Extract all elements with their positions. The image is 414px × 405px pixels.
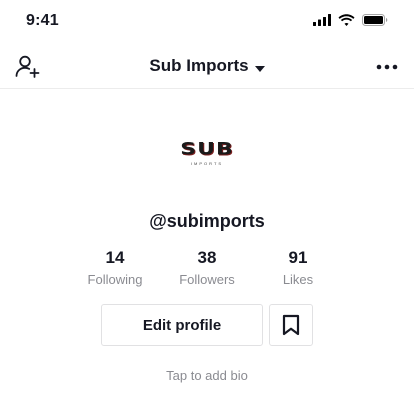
more-horizontal-icon: [376, 64, 398, 70]
stat-followers[interactable]: 38 Followers: [162, 248, 252, 287]
profile-stats: 14 Following 38 Followers 91 Likes: [0, 248, 414, 292]
wifi-icon: [338, 14, 355, 26]
stat-likes[interactable]: 91 Likes: [253, 248, 343, 287]
stat-following[interactable]: 14 Following: [70, 248, 160, 287]
stat-label: Following: [87, 272, 143, 287]
page-title: Sub Imports: [149, 56, 249, 75]
stat-value: 91: [288, 248, 308, 267]
caret-down-icon: [254, 57, 265, 77]
account-switcher[interactable]: Sub Imports: [0, 56, 414, 77]
status-bar: 9:41: [0, 0, 414, 44]
stat-label: Likes: [282, 272, 314, 287]
edit-profile-button[interactable]: Edit profile: [101, 304, 263, 346]
stat-value: 14: [105, 248, 125, 267]
bookmark-icon: [282, 314, 300, 336]
status-icons: [313, 14, 388, 26]
username: @subimports: [149, 211, 265, 231]
bio-placeholder[interactable]: Tap to add bio: [0, 368, 414, 383]
more-options-button[interactable]: [376, 60, 398, 72]
avatar[interactable]: SUB IMPORTS: [157, 112, 257, 192]
stat-value: 38: [197, 248, 217, 267]
stat-label: Followers: [179, 272, 235, 287]
profile-header: Sub Imports: [0, 44, 414, 89]
status-time: 9:41: [26, 12, 59, 29]
cellular-signal-icon: [313, 14, 331, 26]
favorites-button[interactable]: [269, 304, 313, 346]
avatar-logo-subtext: IMPORTS: [190, 160, 224, 166]
battery-icon: [362, 14, 388, 26]
avatar-logo-text: SUB: [180, 139, 234, 159]
